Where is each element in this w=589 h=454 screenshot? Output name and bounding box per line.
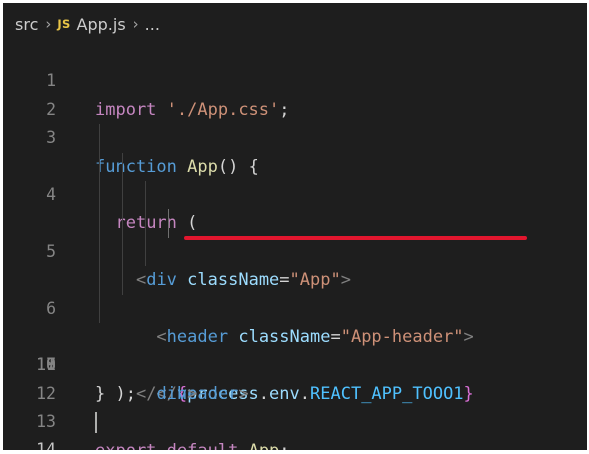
javascript-file-icon: JS [57,17,71,31]
indent-guide [145,180,146,210]
indent-guide [122,152,123,181]
indent-guide [122,266,123,295]
indent-guide [122,209,123,238]
chevron-right-icon: › [45,15,52,33]
indent-guide [99,266,100,295]
code-line-14[interactable]: 14 [3,408,587,450]
code-line-6[interactable]: 6 <header className="App-header"> [3,180,587,347]
code-line-2[interactable]: 2 [3,67,587,119]
code-line-7[interactable]: 7 {process.env.REACT_APP_TOOO1} [3,209,587,404]
indent-guide [145,209,146,238]
indent-guide [122,237,123,267]
indent-guide [168,209,169,238]
code-line-9[interactable]: 9 </div> [3,266,587,404]
line-content: export default App; [95,437,290,451]
code-line-3[interactable]: 3 function App() { [3,96,587,176]
code-editor[interactable]: src › JS App.js › ... 1 import './App.cs… [3,3,587,450]
code-line-5[interactable]: 5 <div className="App"> [3,152,587,290]
indent-guide [99,124,100,153]
code-line-12[interactable]: 12 [3,351,587,403]
indent-guide [99,294,100,323]
indent-guide [99,180,100,210]
code-line-1[interactable]: 1 import './App.css'; [3,39,587,119]
breadcrumb-more[interactable]: ... [145,15,160,34]
breadcrumb-folder[interactable]: src [15,15,38,34]
code-line-10[interactable]: 10 ); [3,294,587,404]
red-highlight-underline [184,236,527,240]
text-cursor [95,412,97,434]
punctuation: ; [279,441,289,451]
indent-guide [145,237,146,267]
keyword: export [95,441,156,451]
indent-guide [122,180,123,210]
keyword: default [167,441,239,451]
breadcrumb-file[interactable]: App.js [77,15,126,34]
indent-guide [99,237,100,267]
indent-guide [99,152,100,181]
indent-guide [99,209,100,238]
function-name: App [249,441,280,451]
chevron-right-icon: › [132,15,139,33]
code-line-11[interactable]: 11 } [3,323,587,403]
code-line-13[interactable]: 13 export default App; [3,380,587,450]
line-number-active: 14 [36,440,56,450]
code-line-8[interactable]: 8 </header> [3,237,587,404]
code-line-4[interactable]: 4 return ( [3,124,587,233]
breadcrumb: src › JS App.js › ... [15,12,160,36]
